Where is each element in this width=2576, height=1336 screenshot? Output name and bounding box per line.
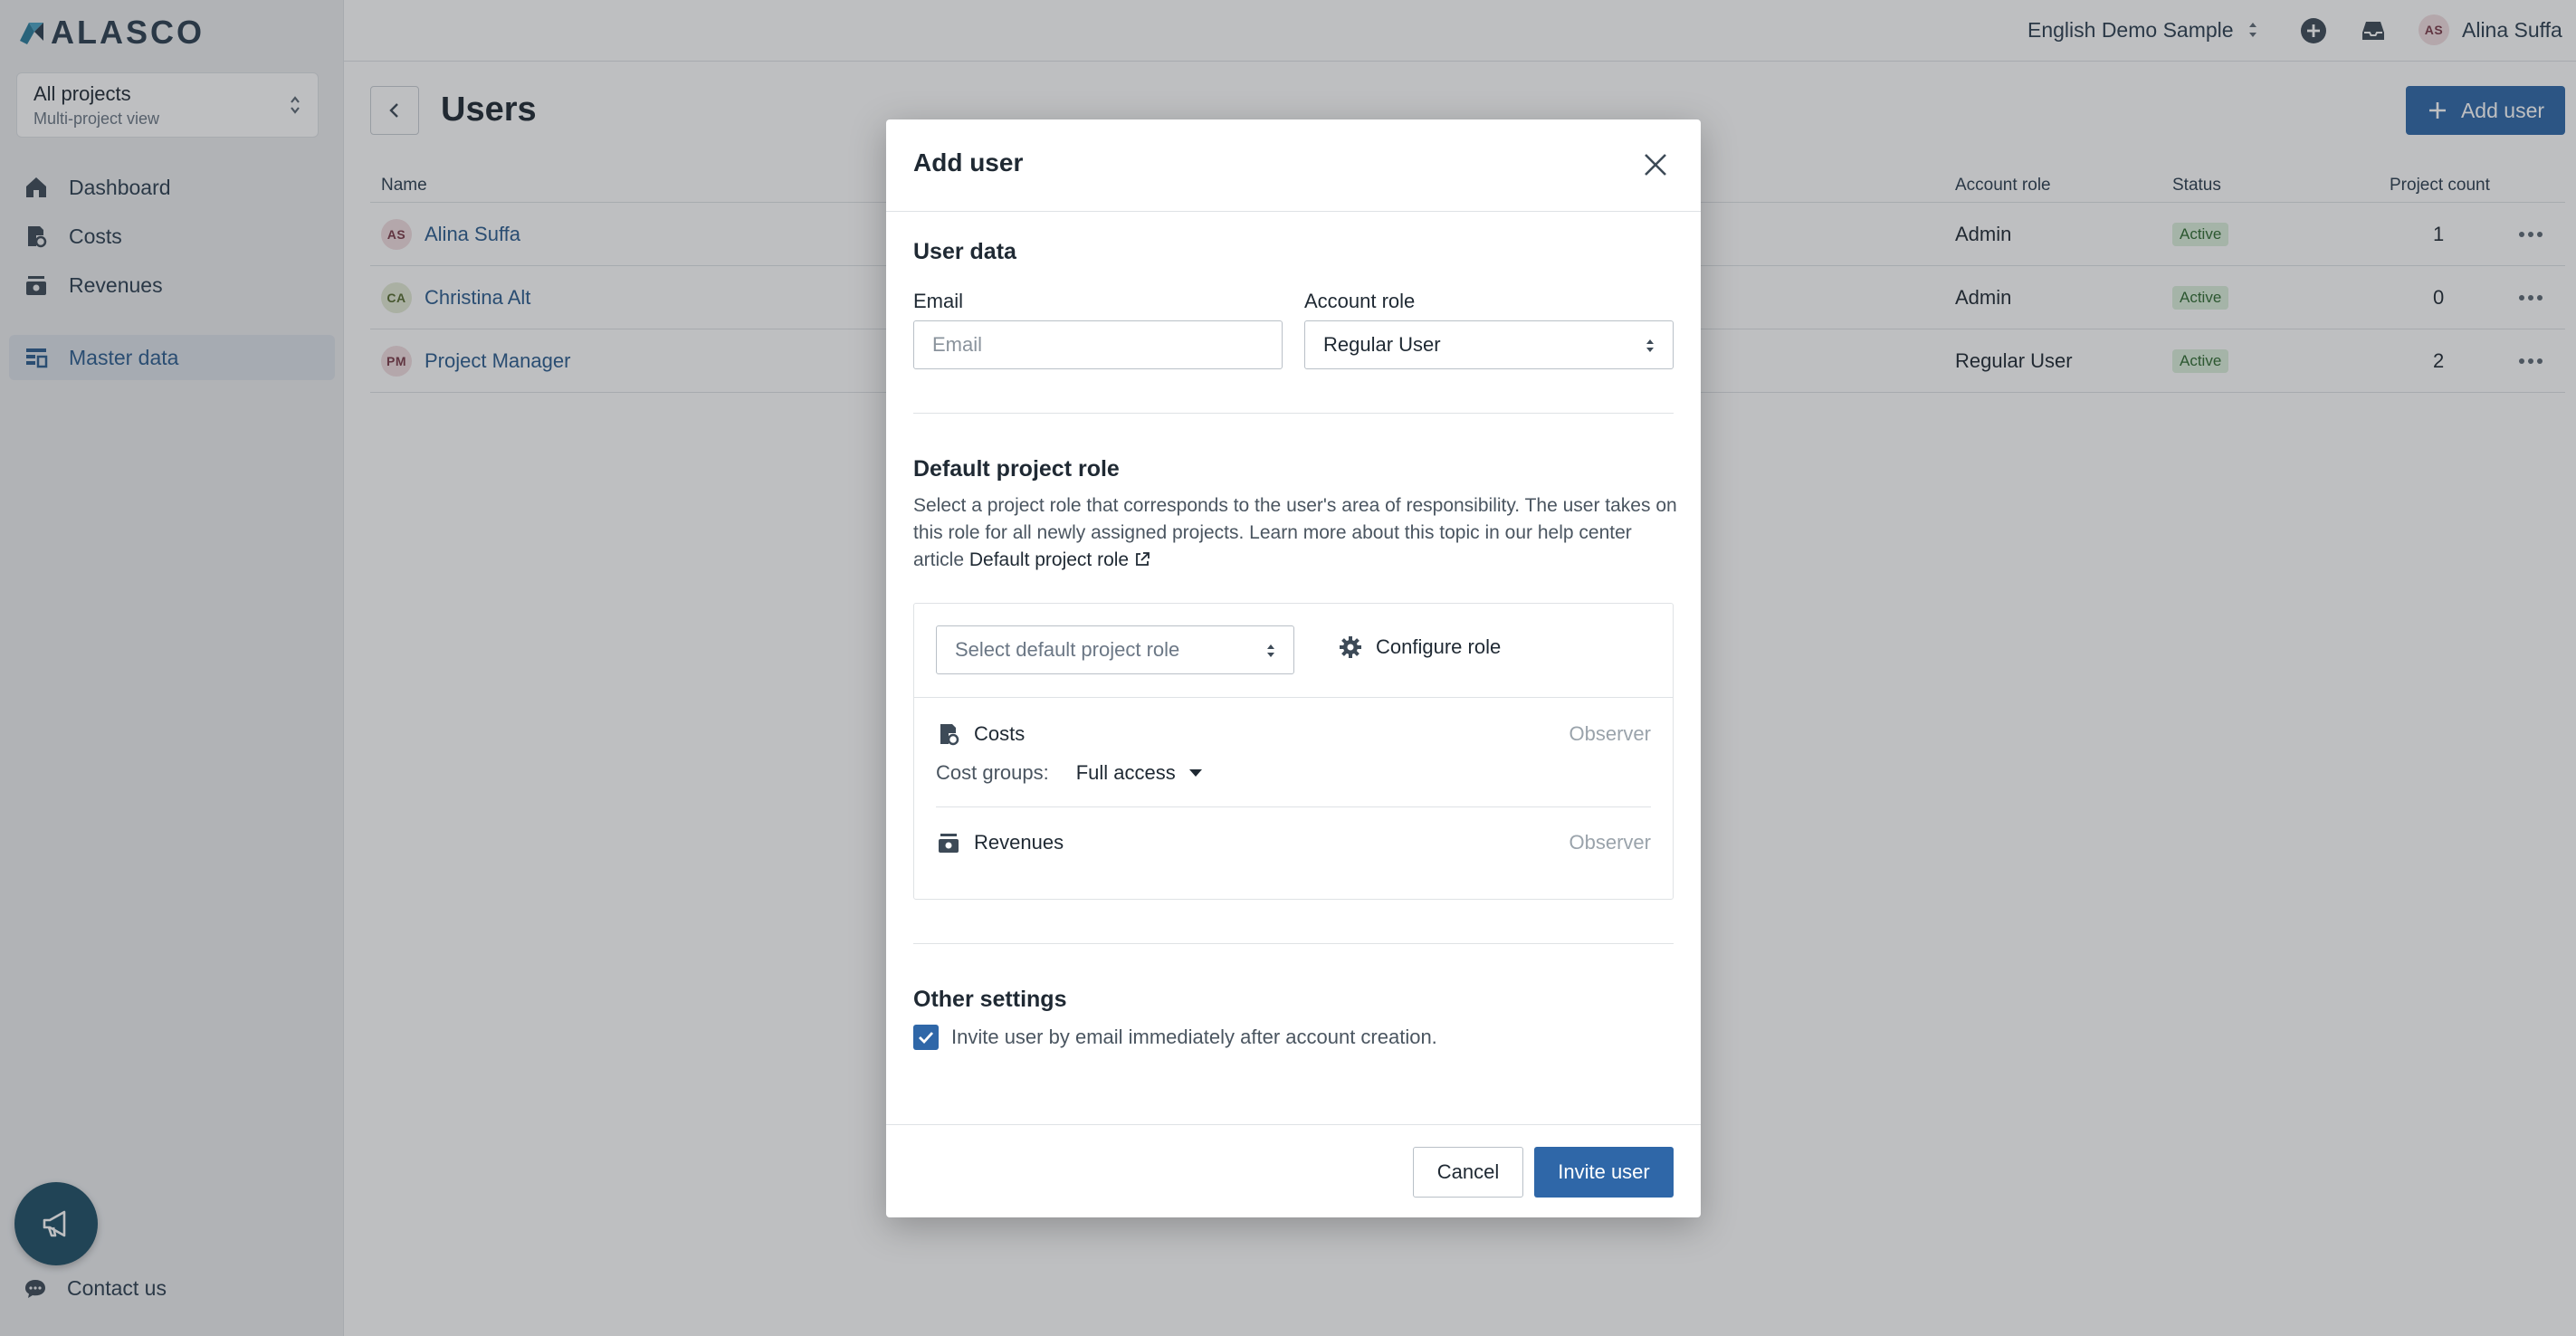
account-role-value: Regular User [1323, 333, 1441, 356]
modal-title: Add user [913, 148, 1024, 177]
cost-groups-row: Cost groups: Full access [936, 761, 1203, 785]
section-divider [913, 943, 1674, 944]
revenues-icon [939, 834, 959, 853]
module-divider [936, 806, 1651, 807]
costs-icon [940, 724, 959, 746]
external-link-icon [1136, 552, 1150, 566]
caret-down-icon [1188, 769, 1202, 777]
updown-chevron-icon [1267, 644, 1274, 657]
invite-user-button[interactable]: Invite user [1534, 1147, 1674, 1198]
account-role-select[interactable]: Regular User [1304, 320, 1674, 369]
section-divider [913, 413, 1674, 414]
invite-option: Invite user by email immediately after a… [913, 1025, 1437, 1050]
module-name: Costs [974, 722, 1026, 745]
module-role: Observer [1569, 831, 1651, 854]
gear-icon [1340, 636, 1361, 658]
email-field[interactable] [913, 320, 1283, 369]
module-role: Observer [1569, 722, 1651, 745]
add-user-modal: Add user User data Email Account role Re… [886, 119, 1701, 1217]
invite-checkbox-label: Invite user by email immediately after a… [951, 1026, 1437, 1048]
cost-groups-label: Cost groups: [936, 761, 1049, 784]
cancel-button[interactable]: Cancel [1413, 1147, 1523, 1198]
module-row-revenues: Revenues Observer [936, 830, 1651, 855]
checkmark-icon [919, 1032, 934, 1045]
role-config-box: Select default project role Configure ro… [913, 603, 1674, 900]
updown-chevron-icon [1646, 339, 1654, 352]
cost-groups-dropdown[interactable]: Full access [1076, 761, 1203, 785]
other-settings-title: Other settings [913, 987, 1067, 1012]
default-project-role-select[interactable]: Select default project role [936, 625, 1294, 674]
help-link-label: Default project role [968, 549, 1130, 570]
module-name: Revenues [974, 831, 1064, 854]
close-button[interactable] [1637, 147, 1674, 183]
default-role-description: Select a project role that corresponds t… [913, 492, 1683, 574]
modal-footer: Cancel Invite user [886, 1124, 1701, 1217]
user-data-title: User data [913, 239, 1016, 264]
configure-role-label: Configure role [1376, 635, 1502, 658]
default-role-placeholder: Select default project role [955, 638, 1180, 661]
default-role-title: Default project role [913, 456, 1120, 482]
close-icon [1645, 154, 1666, 176]
modal-header: Add user [886, 119, 1701, 212]
module-row-costs: Costs Observer [936, 721, 1651, 747]
account-role-label: Account role [1304, 290, 1416, 312]
role-select-row: Select default project role Configure ro… [914, 604, 1673, 698]
email-label: Email [913, 290, 964, 312]
cost-groups-value: Full access [1075, 761, 1176, 784]
invite-checkbox[interactable] [913, 1025, 939, 1050]
configure-role-button[interactable]: Configure role [1338, 635, 1501, 660]
default-role-help-link[interactable]: Default project role [969, 549, 1150, 570]
